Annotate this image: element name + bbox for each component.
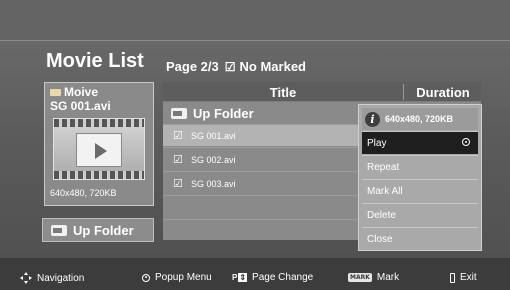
- row-divider: [163, 219, 358, 220]
- folder-up-icon: [51, 224, 67, 236]
- help-popup-menu: Popup Menu: [142, 272, 212, 283]
- checkbox-icon[interactable]: ☑: [173, 153, 191, 166]
- page-button-icon: P ⇕: [232, 273, 248, 282]
- checkbox-icon[interactable]: ☑: [173, 129, 191, 142]
- top-band: [0, 0, 510, 40]
- page-title: Movie List: [46, 50, 144, 72]
- up-folder-label: Up Folder: [193, 106, 254, 121]
- folder-up-icon: [171, 108, 187, 119]
- list-item[interactable]: ☑ SG 003.avi: [163, 173, 358, 194]
- menu-item-repeat[interactable]: Repeat: [362, 156, 478, 178]
- checkbox-icon[interactable]: ☑: [173, 177, 191, 190]
- list-item[interactable]: ☑ SG 001.avi: [163, 125, 358, 146]
- help-exit: Exit: [450, 272, 477, 283]
- film-play-icon: [53, 118, 145, 180]
- up-folder-button-label: Up Folder: [73, 222, 134, 238]
- menu-item-close[interactable]: Close: [362, 228, 478, 250]
- column-duration[interactable]: Duration: [408, 85, 478, 100]
- list-item[interactable]: ☑ SG 002.avi: [163, 149, 358, 170]
- menu-item-mark-all[interactable]: Mark All: [362, 180, 478, 202]
- help-navigation: Navigation: [20, 272, 84, 284]
- row-divider: [163, 195, 358, 196]
- help-mark: MARK Mark: [348, 272, 400, 283]
- checkbox-icon: ☑: [224, 60, 236, 74]
- navigation-arrows-icon: [20, 272, 32, 284]
- page-status: Page 2/3 ☑ No Marked: [166, 59, 306, 74]
- preview-file-name: SG 001.avi: [50, 99, 111, 113]
- ok-button-icon: [142, 273, 150, 282]
- popup-info: i 640x480, 720KB: [362, 108, 478, 130]
- selected-radio-icon: [462, 138, 470, 146]
- info-icon: i: [365, 111, 380, 127]
- preview-resolution: 640x480, 720KB: [50, 188, 117, 198]
- file-name: SG 003.avi: [191, 178, 236, 189]
- row-divider: [163, 171, 358, 172]
- up-folder-button[interactable]: Up Folder: [42, 218, 154, 242]
- help-bar: Navigation Popup Menu P ⇕ Page Change MAR…: [0, 258, 510, 290]
- folder-icon: [50, 89, 61, 96]
- column-divider: [403, 84, 404, 100]
- menu-item-delete[interactable]: Delete: [362, 204, 478, 226]
- marked-status: No Marked: [239, 59, 306, 74]
- file-name: SG 001.avi: [191, 130, 236, 141]
- exit-button-icon: [450, 272, 455, 283]
- file-name: SG 002.avi: [191, 154, 236, 165]
- help-page-change: P ⇕ Page Change: [232, 272, 314, 283]
- top-divider: [0, 40, 510, 41]
- menu-item-play[interactable]: Play: [362, 132, 478, 154]
- popup-info-text: 640x480, 720KB: [385, 114, 454, 124]
- row-divider: [163, 147, 358, 148]
- page-info: Page 2/3: [166, 59, 219, 74]
- column-title[interactable]: Title: [163, 85, 403, 100]
- mark-button-icon: MARK: [348, 273, 372, 282]
- preview-folder-name: Moive: [50, 85, 98, 99]
